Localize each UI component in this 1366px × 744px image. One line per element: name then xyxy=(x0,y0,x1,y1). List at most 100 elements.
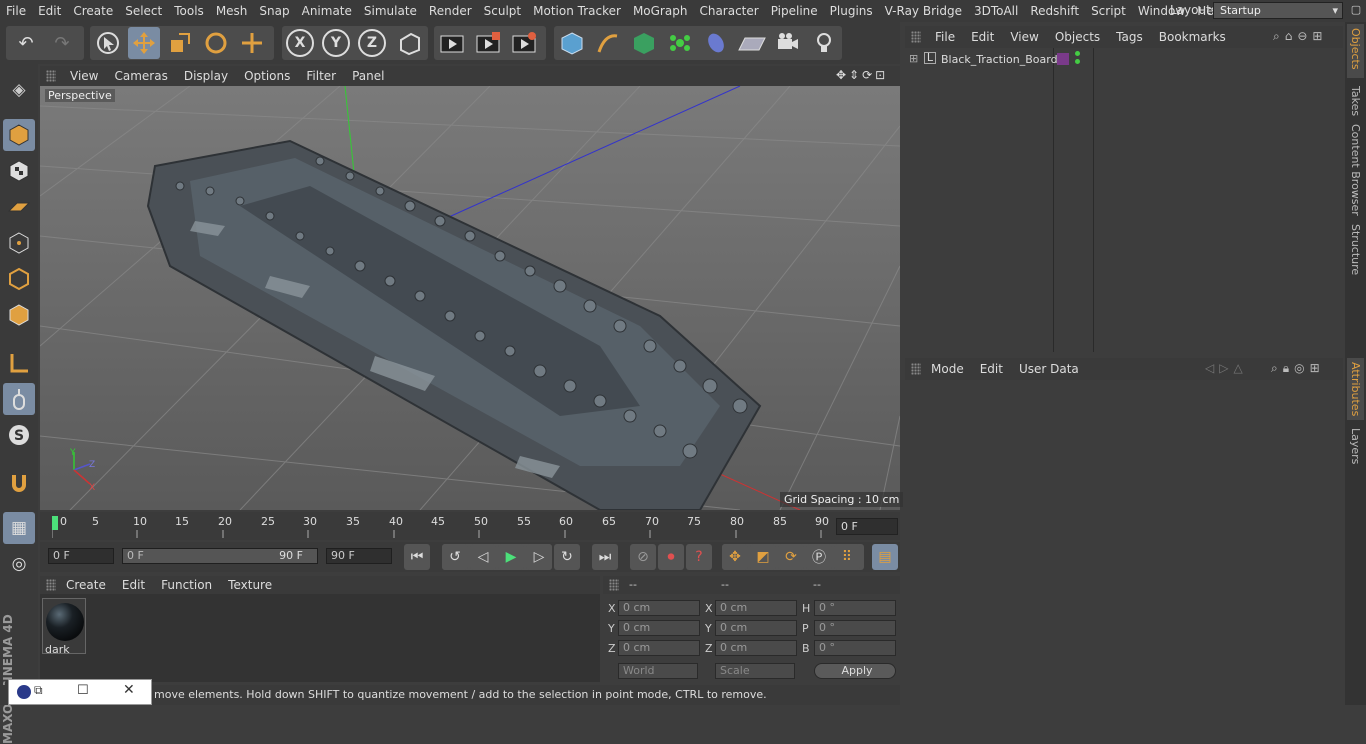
menu-redshift[interactable]: Redshift xyxy=(1024,4,1085,18)
workplane-lock-icon[interactable]: ▦ xyxy=(3,512,35,544)
render-view-icon[interactable] xyxy=(436,27,468,59)
next-key-icon[interactable]: ↻ xyxy=(554,544,580,570)
model-mode-icon[interactable] xyxy=(3,119,35,151)
workplane-mode-icon[interactable] xyxy=(3,191,35,223)
render-visibility-dot[interactable] xyxy=(1075,59,1080,64)
camera-icon[interactable] xyxy=(772,27,804,59)
workplane-snap-icon[interactable]: ◎ xyxy=(3,548,35,580)
coord-pos-z-field[interactable]: 0 cm xyxy=(618,640,700,656)
edge-mode-icon[interactable] xyxy=(3,263,35,295)
menu-mograph[interactable]: MoGraph xyxy=(627,4,694,18)
tab-layers[interactable]: Layers xyxy=(1347,424,1364,468)
coord-size-x-field[interactable]: 0 cm xyxy=(715,600,797,616)
menu-select[interactable]: Select xyxy=(119,4,168,18)
key-pla-icon[interactable]: ⠿ xyxy=(834,544,860,570)
viewport-menu-options[interactable]: Options xyxy=(236,69,298,83)
material-menu-edit[interactable]: Edit xyxy=(114,578,153,592)
layer-color-swatch[interactable] xyxy=(1057,53,1069,65)
object-menu-tags[interactable]: Tags xyxy=(1108,30,1151,44)
render-picture-viewer-icon[interactable] xyxy=(472,27,504,59)
previous-frame-icon[interactable]: ◁ xyxy=(470,544,496,570)
coord-mode-select[interactable]: Scale xyxy=(715,663,795,679)
menu-plugins[interactable]: Plugins xyxy=(824,4,879,18)
menu-file[interactable]: File xyxy=(0,4,32,18)
coord-pos-y-field[interactable]: 0 cm xyxy=(618,620,700,636)
object-menu-view[interactable]: View xyxy=(1002,30,1046,44)
attr-menu-user-data[interactable]: User Data xyxy=(1011,362,1087,376)
material-menu-texture[interactable]: Texture xyxy=(220,578,280,592)
viewport-menu-view[interactable]: View xyxy=(62,69,106,83)
cube-primitive-icon[interactable] xyxy=(556,27,588,59)
coord-pos-x-field[interactable]: 0 cm xyxy=(618,600,700,616)
coord-size-y-field[interactable]: 0 cm xyxy=(715,620,797,636)
z-axis-lock-icon[interactable]: Z xyxy=(358,29,386,57)
key-parameter-icon[interactable]: Ⓟ xyxy=(806,544,832,570)
play-icon[interactable]: ▶ xyxy=(498,544,524,570)
subdivision-surface-icon[interactable] xyxy=(628,27,660,59)
coord-size-z-field[interactable]: 0 cm xyxy=(715,640,797,656)
tab-attributes[interactable]: Attributes xyxy=(1347,358,1364,420)
key-scale-icon[interactable]: ◩ xyxy=(750,544,776,570)
live-selection-icon[interactable] xyxy=(236,27,268,59)
object-nav-icons[interactable]: ⌕⌂⊖⊞ xyxy=(1273,29,1327,44)
undo-icon[interactable]: ↶ xyxy=(10,27,42,59)
layout-select[interactable]: Startup xyxy=(1213,2,1343,19)
attr-menu-edit[interactable]: Edit xyxy=(972,362,1011,376)
3d-viewport[interactable] xyxy=(40,86,900,510)
tab-takes[interactable]: Takes xyxy=(1347,82,1364,120)
menu-create[interactable]: Create xyxy=(67,4,119,18)
previous-key-icon[interactable]: ↺ xyxy=(442,544,468,570)
key-position-icon[interactable]: ✥ xyxy=(722,544,748,570)
close-icon[interactable]: ✕ xyxy=(123,682,135,698)
rotate-tool-icon[interactable] xyxy=(200,27,232,59)
timeline-ruler[interactable] xyxy=(40,512,900,540)
restore-icon[interactable]: ⧉ xyxy=(34,683,43,698)
attr-nav-arrows[interactable]: ◁▷△ xyxy=(1205,361,1248,375)
make-editable-icon[interactable]: ◈ xyxy=(3,74,35,106)
record-keys-icon[interactable]: ⊘ xyxy=(630,544,656,570)
coordinate-system-icon[interactable] xyxy=(394,27,426,59)
object-menu-edit[interactable]: Edit xyxy=(963,30,1002,44)
coord-rot-b-field[interactable]: 0 ° xyxy=(814,640,896,656)
viewport-menu-cameras[interactable]: Cameras xyxy=(106,69,175,83)
frame-range-slider[interactable]: 0 F 90 F xyxy=(122,548,318,564)
viewport-menu-display[interactable]: Display xyxy=(176,69,236,83)
tab-structure[interactable]: Structure xyxy=(1347,220,1364,279)
material-menu-create[interactable]: Create xyxy=(58,578,114,592)
menu-script[interactable]: Script xyxy=(1085,4,1132,18)
point-mode-icon[interactable] xyxy=(3,227,35,259)
menu-render[interactable]: Render xyxy=(423,4,478,18)
viewport-menu-panel[interactable]: Panel xyxy=(344,69,392,83)
tab-objects[interactable]: Objects xyxy=(1347,24,1364,78)
coords-drag-handle-icon[interactable] xyxy=(609,579,619,591)
menu-mesh[interactable]: Mesh xyxy=(210,4,254,18)
deformer-icon[interactable] xyxy=(700,27,732,59)
pen-spline-icon[interactable] xyxy=(592,27,624,59)
coord-system-select[interactable]: World xyxy=(618,663,698,679)
drag-handle-icon[interactable] xyxy=(46,70,56,82)
snap-magnet-icon[interactable] xyxy=(3,467,35,499)
apply-button[interactable]: Apply xyxy=(814,663,896,679)
attr-tool-icons[interactable]: ⌕🔒︎◎⊞ xyxy=(1271,361,1325,376)
menu-tools[interactable]: Tools xyxy=(168,4,210,18)
floor-scene-icon[interactable] xyxy=(736,27,768,59)
attr-menu-mode[interactable]: Mode xyxy=(923,362,972,376)
x-axis-lock-icon[interactable]: X xyxy=(286,29,314,57)
window-close-icon[interactable]: ▢ xyxy=(1349,3,1363,17)
menu-edit[interactable]: Edit xyxy=(32,4,67,18)
menu-vray-bridge[interactable]: V-Ray Bridge xyxy=(879,4,968,18)
scale-tool-icon[interactable] xyxy=(164,27,196,59)
viewport-menu-filter[interactable]: Filter xyxy=(298,69,344,83)
menu-sculpt[interactable]: Sculpt xyxy=(478,4,527,18)
cloner-icon[interactable] xyxy=(664,27,696,59)
material-swatch-dark[interactable]: dark xyxy=(42,598,86,656)
attr-drag-handle-icon[interactable] xyxy=(911,363,921,375)
move-tool-icon[interactable] xyxy=(128,27,160,59)
viewport-nav-icons[interactable]: ✥⇕⟳⊡ xyxy=(836,68,888,82)
coord-rot-p-field[interactable]: 0 ° xyxy=(814,620,896,636)
menu-simulate[interactable]: Simulate xyxy=(358,4,423,18)
key-rotation-icon[interactable]: ⟳ xyxy=(778,544,804,570)
menu-pipeline[interactable]: Pipeline xyxy=(765,4,824,18)
menu-motion-tracker[interactable]: Motion Tracker xyxy=(527,4,627,18)
object-menu-objects[interactable]: Objects xyxy=(1047,30,1108,44)
